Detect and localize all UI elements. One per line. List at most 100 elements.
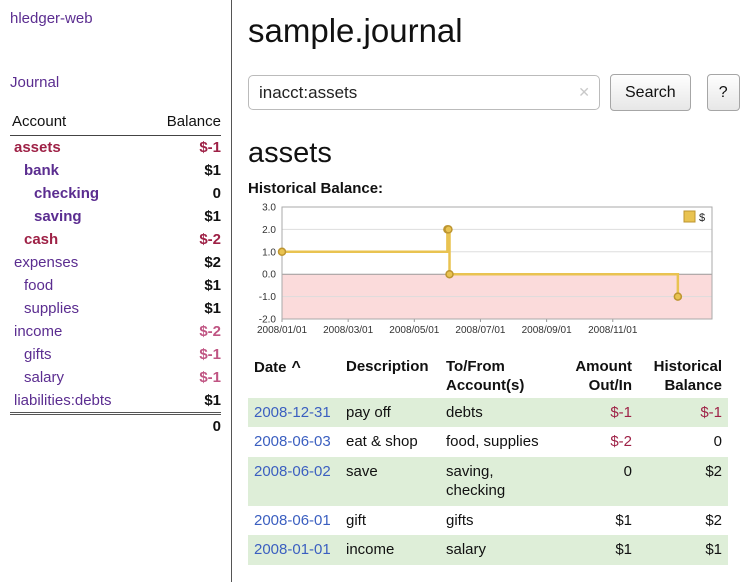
transaction-description: gift [340, 506, 440, 536]
account-link[interactable]: gifts [24, 346, 52, 363]
account-row: supplies $1 [10, 297, 221, 320]
register-header-amount: Amount Out/In [562, 356, 638, 398]
account-balance: $1 [148, 297, 221, 320]
svg-text:0.0: 0.0 [262, 270, 276, 281]
transaction-balance: $2 [638, 506, 728, 536]
transaction-row: 2008-01-01incomesalary$1$1 [248, 535, 728, 565]
transaction-accounts: saving, checking [440, 457, 562, 506]
account-balance: $-2 [148, 228, 221, 251]
transaction-balance: $2 [638, 457, 728, 506]
register-header-description: Description [340, 356, 440, 398]
account-row: liabilities:debts $1 [10, 389, 221, 414]
transaction-accounts: gifts [440, 506, 562, 536]
date-header-label: Date [254, 359, 287, 376]
register-header-date[interactable]: Date ^ [248, 356, 340, 398]
legend-label: $ [699, 212, 705, 224]
register-table: Date ^ Description To/From Account(s) Amo… [248, 356, 728, 565]
historical-balance-chart: 3.02.01.00.0-1.0-2.02008/01/012008/03/01… [248, 199, 720, 337]
account-link[interactable]: bank [24, 162, 59, 179]
account-link[interactable]: expenses [14, 254, 78, 271]
account-balance: $1 [148, 274, 221, 297]
accounts-table: Account Balance assets $-1 bank $1 checking 0… [10, 111, 221, 441]
chart-title: Historical Balance: [248, 180, 740, 197]
search-input[interactable] [248, 75, 600, 110]
account-row: bank $1 [10, 159, 221, 182]
sidebar: hledger-web Journal Account Balance asse… [0, 0, 232, 582]
transaction-accounts: debts [440, 398, 562, 428]
account-link[interactable]: food [24, 277, 53, 294]
transaction-date-link[interactable]: 2008-12-31 [254, 404, 331, 421]
account-row: income $-2 [10, 320, 221, 343]
account-heading: assets [248, 137, 740, 170]
svg-text:2008/07/01: 2008/07/01 [455, 325, 505, 336]
sort-up-icon: ^ [292, 359, 301, 376]
transaction-amount: $-1 [562, 398, 638, 428]
account-row: checking 0 [10, 182, 221, 205]
register-header-accounts: To/From Account(s) [440, 356, 562, 398]
account-balance: $-2 [148, 320, 221, 343]
account-row: expenses $2 [10, 251, 221, 274]
transaction-date-link[interactable]: 2008-06-01 [254, 512, 331, 529]
account-link[interactable]: supplies [24, 300, 79, 317]
transaction-accounts: salary [440, 535, 562, 565]
transaction-amount: $1 [562, 535, 638, 565]
account-row: assets $-1 [10, 136, 221, 160]
accounts-total-value: 0 [148, 414, 221, 442]
account-balance: $-1 [148, 343, 221, 366]
balance-header: Balance [148, 111, 221, 136]
svg-text:-1.0: -1.0 [259, 292, 277, 303]
search-form: ✕ Search ? [248, 74, 740, 111]
account-row: salary$-1 [10, 366, 221, 389]
account-row: food $1 [10, 274, 221, 297]
account-row: cash $-2 [10, 228, 221, 251]
account-link[interactable]: income [14, 323, 62, 340]
account-balance: $1 [148, 205, 221, 228]
account-balance: $2 [148, 251, 221, 274]
account-link[interactable]: cash [24, 231, 58, 248]
svg-text:2008/01/01: 2008/01/01 [257, 325, 307, 336]
legend-swatch [684, 211, 695, 222]
svg-text:2008/03/01: 2008/03/01 [323, 325, 373, 336]
transaction-balance: $1 [638, 535, 728, 565]
account-link[interactable]: saving [34, 208, 82, 225]
app-title-link[interactable]: hledger-web [10, 10, 93, 27]
transaction-amount: 0 [562, 457, 638, 506]
svg-text:-2.0: -2.0 [259, 315, 277, 326]
account-balance: $1 [148, 389, 221, 414]
transaction-description: save [340, 457, 440, 506]
register-header-balance: Historical Balance [638, 356, 728, 398]
sidebar-item-journal[interactable]: Journal [10, 74, 221, 91]
svg-text:1.0: 1.0 [262, 247, 276, 258]
svg-text:2.0: 2.0 [262, 225, 276, 236]
account-row: gifts $-1 [10, 343, 221, 366]
transaction-date-link[interactable]: 2008-06-02 [254, 463, 331, 480]
transaction-balance: 0 [638, 427, 728, 457]
svg-text:2008/09/01: 2008/09/01 [522, 325, 572, 336]
transaction-row: 2008-06-02 savesaving, checking0$2 [248, 457, 728, 506]
account-link[interactable]: liabilities:debts [14, 392, 112, 409]
transaction-row: 2008-06-01giftgifts$1$2 [248, 506, 728, 536]
transaction-description: income [340, 535, 440, 565]
transaction-date-link[interactable]: 2008-06-03 [254, 433, 331, 450]
search-button[interactable]: Search [610, 74, 691, 111]
account-balance: $-1 [148, 136, 221, 160]
account-link[interactable]: salary [24, 369, 64, 386]
help-button[interactable]: ? [707, 74, 740, 111]
svg-text:2008/11/01: 2008/11/01 [588, 325, 638, 336]
accounts-total-row: 0 [10, 414, 221, 442]
transaction-description: eat & shop [340, 427, 440, 457]
transaction-balance: $-1 [638, 398, 728, 428]
accounts-header: Account [10, 111, 148, 136]
account-row: saving $1 [10, 205, 221, 228]
clear-search-icon[interactable]: ✕ [578, 84, 590, 101]
data-point-marker [446, 271, 453, 278]
account-balance: $1 [148, 159, 221, 182]
main-content: sample.journal ✕ Search ? assets Histori… [232, 0, 742, 582]
data-point-marker [279, 248, 286, 255]
transaction-description: pay off [340, 398, 440, 428]
transaction-date-link[interactable]: 2008-01-01 [254, 541, 331, 558]
journal-title: sample.journal [248, 12, 740, 50]
account-link[interactable]: assets [14, 139, 61, 156]
account-balance: 0 [148, 182, 221, 205]
account-link[interactable]: checking [34, 185, 99, 202]
